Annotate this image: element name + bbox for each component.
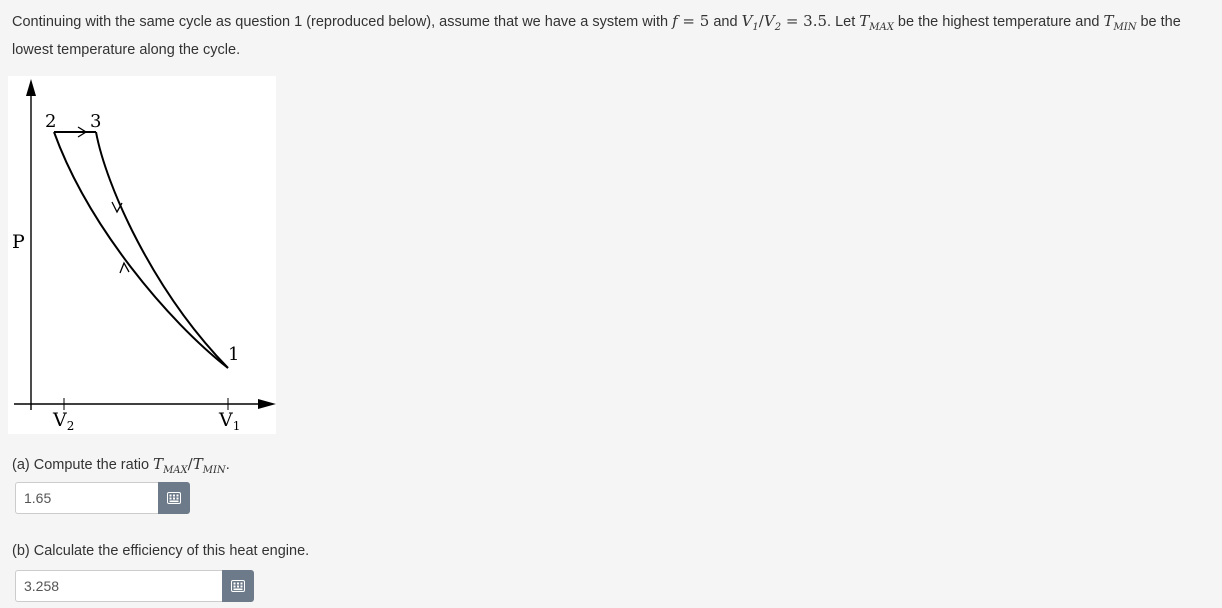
v1-axis-label: V1: [218, 409, 240, 433]
part-a-answer-group: [15, 482, 190, 514]
question-mid2: be the highest temperature and: [893, 14, 1104, 30]
part-b-answer-group: [15, 570, 254, 602]
process-1-2: [53, 131, 229, 369]
question-text: Continuing with the same cycle as questi…: [12, 10, 1208, 62]
y-axis-arrow-icon: [26, 79, 36, 96]
v2-axis-label: V2: [52, 409, 74, 433]
point-label-2: 2: [45, 111, 56, 132]
question-intro: Continuing with the same cycle as questi…: [12, 14, 673, 30]
part-a-answer-input[interactable]: [15, 482, 158, 514]
eq-f: = 5: [677, 12, 710, 30]
part-b-keypad-button[interactable]: [222, 570, 254, 602]
arrow-3-1-icon: [111, 201, 123, 214]
point-label-1: 1: [228, 344, 239, 365]
ratio-v1: V1: [741, 12, 759, 33]
pv-diagram: P 2 3 1 V2 V1: [8, 76, 276, 434]
process-3-1: [95, 131, 229, 369]
keypad-icon: [167, 492, 181, 504]
question-mid: . Let: [827, 14, 860, 30]
ratio-tmax: TMAX: [153, 455, 188, 476]
part-a-label: (a) Compute the ratio TMAX/TMIN.: [12, 455, 230, 476]
point-label-3: 3: [90, 111, 101, 132]
tmin-symbol: TMIN: [1103, 12, 1137, 33]
tmax-symbol: TMAX: [859, 12, 894, 33]
axis-label-p: P: [12, 231, 25, 253]
ratio-tmin: TMIN: [192, 455, 226, 476]
ratio-v2: V2: [763, 12, 782, 33]
part-a-keypad-button[interactable]: [158, 482, 190, 514]
eq-ratio: = 3.5: [781, 12, 828, 30]
keypad-icon: [231, 580, 245, 592]
part-b-answer-input[interactable]: [15, 570, 222, 602]
word-and: and: [709, 14, 742, 30]
part-b-label: (b) Calculate the efficiency of this hea…: [12, 543, 310, 559]
x-axis-arrow-icon: [258, 399, 276, 409]
